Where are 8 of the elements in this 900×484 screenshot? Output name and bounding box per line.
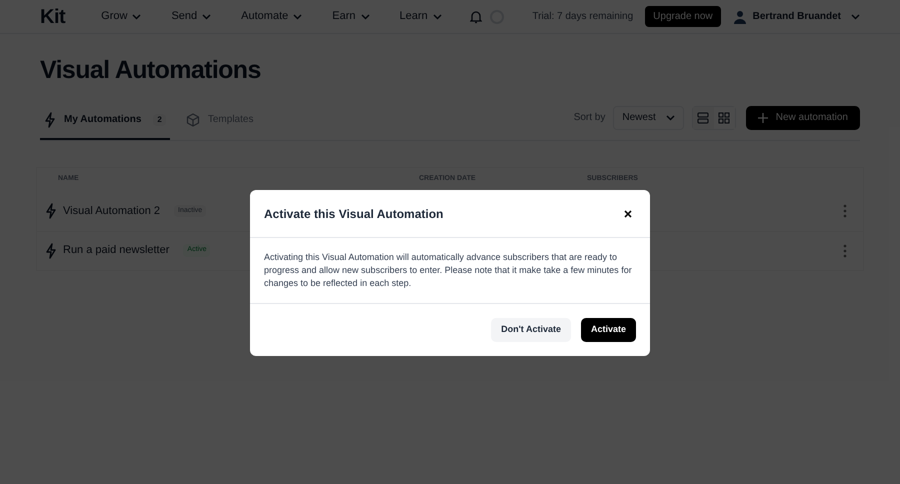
automation-name[interactable]: Run a paid newsletter bbox=[63, 242, 170, 259]
cancel-button[interactable]: Don't Activate bbox=[491, 318, 571, 342]
close-icon bbox=[624, 210, 632, 218]
page-title: Visual Automations bbox=[40, 55, 262, 86]
dialog-message: Activating this Visual Automation will automatically advance subscribers that are ready to progress and allow new subscribers to enter. Please note that it make take a few minutes for changes to be reflected in each step. bbox=[264, 251, 633, 290]
dialog-title: Activate this Visual Automation bbox=[264, 206, 444, 222]
trial-text: Trial: 7 days remaining bbox=[532, 10, 634, 24]
activate-button[interactable]: Activate bbox=[580, 318, 636, 342]
